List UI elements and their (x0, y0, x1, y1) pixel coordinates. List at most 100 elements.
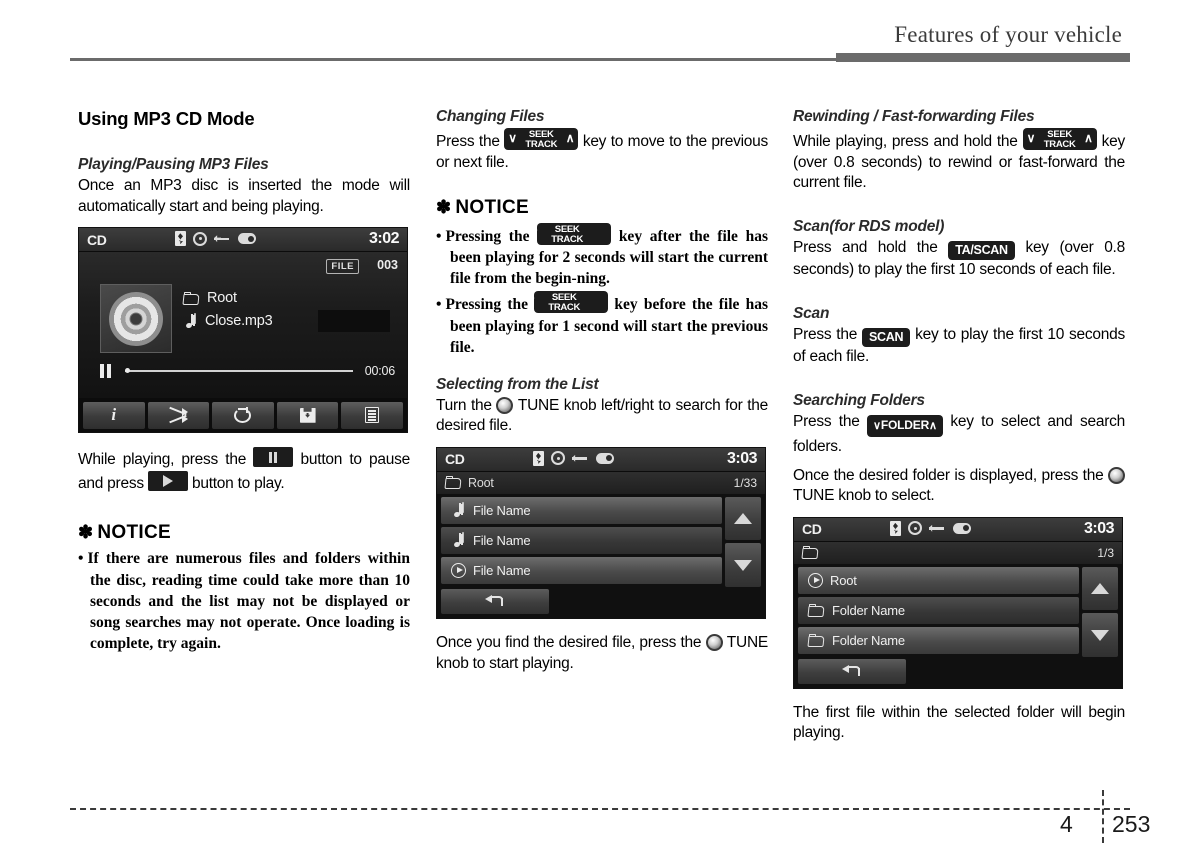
chevron-up-icon: ∧ (565, 131, 575, 145)
scroll-down-button[interactable] (725, 543, 761, 587)
notice-item: • If there are numerous files and folders… (78, 548, 410, 653)
searching-folders-part1: Press the (793, 413, 860, 431)
aux-icon (596, 452, 614, 464)
progress-bar[interactable] (125, 368, 353, 374)
folder-icon (445, 476, 462, 489)
shuffle-icon (169, 407, 189, 423)
selecting-list-part1: Turn the (436, 396, 492, 414)
usb-icon (929, 522, 946, 534)
bluetooth-icon (175, 231, 186, 247)
text-searching-folders: Press the ∨FOLDER∧ key to select and sea… (793, 412, 1125, 458)
track-label: TRACK (551, 233, 584, 245)
playback-progress: 00:06 (100, 364, 395, 379)
arrow-up-icon (1091, 583, 1109, 595)
list-item-label: File Name (473, 532, 531, 548)
play-circle-icon (808, 572, 823, 588)
scroll-down-button[interactable] (1082, 613, 1118, 657)
text-playing-pausing-body: Once an MP3 disc is inserted the mode wi… (78, 177, 410, 215)
file-number: 003 (377, 258, 398, 273)
folder-icon (808, 633, 825, 647)
searching-folders-p2-part2: TUNE knob to select. (793, 487, 935, 505)
list-icon (365, 407, 380, 424)
pause-icon (100, 364, 111, 379)
notice-heading-label: NOTICE (97, 522, 171, 544)
lcd-toolbar: i (79, 398, 407, 433)
tune-knob-icon (496, 396, 514, 414)
lcd-path-bar: Root 1/33 (437, 471, 765, 494)
lcd-list-body: Root Folder Name Folder Name (794, 563, 1122, 657)
disc-icon (551, 451, 565, 466)
info-button[interactable]: i (83, 401, 145, 429)
list-item-label: Folder Name (832, 602, 905, 618)
seek-track-key-chip: ∨ SEEK TRACK ∧ (1022, 128, 1097, 150)
usb-icon (572, 452, 589, 464)
save-icon (299, 407, 316, 423)
shuffle-button[interactable] (147, 401, 210, 429)
info-icon: i (111, 405, 117, 425)
list-page-count: 1/3 (1097, 545, 1114, 560)
list-item[interactable]: File Name (441, 556, 722, 584)
play-circle-icon (451, 562, 466, 578)
scan-part1: Press the (793, 325, 858, 343)
lcd-clock: 3:03 (726, 449, 758, 467)
scroll-up-button[interactable] (1082, 566, 1118, 611)
footer-chapter-number: 4 (1060, 811, 1073, 837)
back-button[interactable] (798, 658, 906, 684)
list-item[interactable]: Folder Name (798, 596, 1079, 624)
list-item-label: Root (830, 572, 857, 588)
album-art (100, 284, 172, 354)
list-item[interactable]: Folder Name (798, 626, 1079, 654)
back-button[interactable] (441, 588, 549, 614)
folder-row: Root (183, 290, 273, 306)
lcd-back-bar (437, 586, 765, 618)
notice-item-part1: Pressing the (445, 296, 528, 314)
text-searching-folders-2: Once the desired folder is displayed, pr… (793, 466, 1125, 507)
track-row: Close.mp3 (183, 313, 273, 329)
heading-scan: Scan (793, 304, 830, 322)
arrow-down-icon (734, 559, 752, 571)
pause-play-part3: button to play. (191, 474, 285, 492)
heading-changing-files: Changing Files (436, 108, 545, 125)
bluetooth-icon (890, 520, 901, 536)
text-closing: The first file within the selected folde… (793, 703, 1125, 742)
heading-scan-rds: Scan(for RDS model) (793, 217, 945, 235)
pause-button-chip (253, 447, 294, 468)
heading-rewinding: Rewinding / Fast-forwarding Files (793, 108, 1035, 125)
text-after-list: Once you find the desired file, press th… (436, 633, 768, 674)
list-item-label: File Name (473, 502, 531, 518)
aux-icon (238, 233, 256, 245)
folder-key-label: FOLDER (880, 418, 930, 433)
scroll-up-button[interactable] (725, 496, 761, 541)
chevron-up-icon: ∧ (1084, 131, 1093, 145)
notice-star-icon: ✽ (78, 522, 94, 543)
bullet-icon: • (78, 550, 84, 568)
save-button[interactable] (276, 401, 339, 429)
lcd-path-bar: 1/3 (794, 541, 1122, 564)
list-rows: Root Folder Name Folder Name (798, 566, 1079, 657)
bluetooth-icon (533, 450, 544, 466)
bullet-icon: • (436, 296, 442, 314)
track-info: Root Close.mp3 (183, 290, 273, 336)
text-scan: Press the SCAN key to play the first 10 … (793, 325, 1125, 368)
music-note-icon (451, 532, 466, 548)
chevron-up-icon: ∧ (929, 420, 937, 433)
list-item[interactable]: File Name (441, 496, 722, 524)
lcd-status-icon-group (890, 520, 971, 536)
folder-key-chip: ∨FOLDER∧ (867, 415, 943, 438)
footer-divider (70, 808, 1130, 810)
list-page-count: 1/33 (733, 475, 757, 490)
elapsed-time: 00:06 (364, 364, 395, 379)
list-item[interactable]: File Name (441, 526, 722, 554)
repeat-button[interactable] (212, 401, 274, 429)
lcd-list-body: File Name File Name File Name (437, 493, 765, 587)
folder-name: Root (207, 290, 237, 307)
list-item[interactable]: Root (798, 566, 1079, 594)
bullet-icon: • (436, 228, 442, 246)
back-icon (842, 664, 862, 678)
lcd-status-bar: CD 3:03 (794, 517, 1122, 542)
file-badge: FILE (326, 259, 359, 275)
list-button[interactable] (341, 401, 403, 429)
arrow-up-icon (734, 513, 752, 525)
current-path: Root (468, 475, 494, 490)
seek-track-key-chip: ∨ SEEK TRACK (527, 291, 609, 314)
